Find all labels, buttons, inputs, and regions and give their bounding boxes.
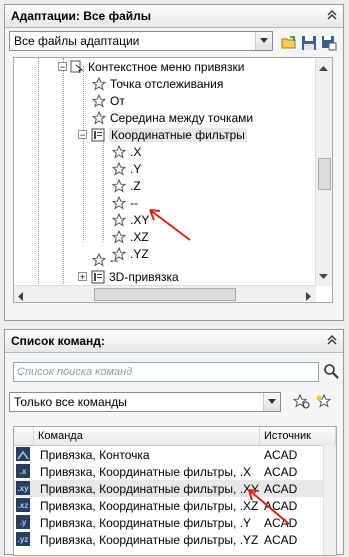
table-row[interactable]: .yz Привязка, Координатные фильтры, .YZ … — [14, 531, 324, 548]
command-search-input[interactable]: Список поиска команд — [13, 362, 319, 382]
customization-tree[interactable]: − Контекстное меню привязки Точка отслеж… — [13, 57, 333, 303]
customizations-panel-title: Адаптации: Все файлы — [11, 9, 151, 23]
star-icon — [111, 229, 127, 244]
command-name: Привязка, Координатные фильтры, .Y — [40, 515, 252, 530]
star-icon — [111, 161, 127, 176]
scroll-right-icon[interactable] — [306, 290, 312, 302]
command-column-header[interactable]: Команда — [34, 427, 260, 445]
table-vertical-scrollbar[interactable] — [323, 445, 336, 555]
command-icon: .xy — [16, 481, 30, 495]
find-command-icon[interactable] — [292, 393, 311, 413]
tree-node-command[interactable]: Середина между точками — [91, 109, 254, 126]
tree-node-command[interactable]: .Z — [111, 177, 141, 194]
star-icon — [91, 252, 107, 267]
customization-file-select[interactable]: Все файлы адаптации — [9, 31, 273, 51]
star-icon — [111, 212, 127, 227]
source-column-label: Источник — [264, 430, 311, 442]
command-table-header: Команда Источник — [14, 427, 336, 446]
save-as-icon[interactable] — [321, 35, 337, 51]
command-filter-value: Только все команды — [14, 395, 127, 409]
tree-node-separator[interactable]: -- — [91, 251, 118, 268]
tree-node-label: .X — [130, 144, 142, 159]
tree-node-label: От — [110, 93, 125, 108]
scroll-left-icon[interactable] — [18, 290, 24, 302]
tree-horizontal-scrollbar[interactable] — [14, 285, 316, 302]
submenu-icon — [91, 270, 105, 284]
scroll-down-icon[interactable] — [319, 269, 328, 283]
command-name: Привязка, Координатные фильтры, .XY — [40, 481, 260, 496]
tree-node-label: .Z — [130, 178, 141, 193]
tree-node-label: Координатные фильтры — [109, 127, 247, 142]
command-source: ACAD — [264, 447, 298, 462]
tree-node-label: -- — [110, 252, 118, 267]
scroll-thumb[interactable] — [318, 158, 331, 190]
customizations-panel-header: Адаптации: Все файлы — [5, 5, 343, 28]
command-source: ACAD — [264, 532, 298, 547]
search-icon[interactable] — [323, 363, 339, 382]
star-icon — [111, 195, 127, 210]
star-icon — [111, 144, 127, 159]
command-name: Привязка, Конточка — [40, 447, 150, 462]
tree-vertical-scrollbar[interactable] — [315, 58, 332, 286]
customization-file-select-value: Все файлы адаптации — [14, 34, 140, 48]
command-search-placeholder: Список поиска команд — [17, 366, 133, 378]
tree-node-menu[interactable]: − Контекстное меню привязки — [58, 58, 244, 75]
source-column-header[interactable]: Источник — [260, 427, 336, 445]
tree-node-label: Контекстное меню привязки — [88, 59, 245, 74]
command-name: Привязка, Координатные фильтры, .YZ — [40, 532, 259, 547]
chevron-down-icon[interactable] — [255, 32, 272, 50]
collapse-chevron-icon[interactable] — [325, 333, 339, 347]
star-icon — [91, 110, 107, 125]
command-name: Привязка, Координатные фильтры, .X — [40, 464, 252, 479]
table-row[interactable]: .x Привязка, Координатные фильтры, .X AC… — [14, 463, 324, 480]
tree-node-command[interactable]: .Y — [111, 160, 142, 177]
tree-node-command[interactable]: Точка отслеживания — [91, 75, 224, 92]
tree-node-label: Середина между точками — [110, 110, 254, 125]
command-name: Привязка, Координатные фильтры, .XZ — [40, 498, 259, 513]
expand-tree-icon[interactable]: + — [78, 272, 87, 282]
open-file-icon[interactable] — [281, 35, 297, 51]
collapse-tree-icon[interactable]: − — [58, 62, 67, 72]
command-filter-select[interactable]: Только все команды — [9, 392, 281, 412]
star-icon — [91, 76, 107, 91]
scroll-up-icon[interactable] — [319, 61, 328, 75]
customizations-panel: Адаптации: Все файлы Все файлы адаптации… — [4, 4, 344, 321]
annotation-arrow-icon — [248, 489, 290, 525]
tree-node-label: .YZ — [130, 246, 149, 261]
tree-node-command[interactable]: От — [91, 92, 125, 109]
command-icon: .y — [16, 515, 30, 529]
command-column-label: Команда — [38, 430, 83, 442]
command-icon: .xz — [16, 498, 30, 512]
annotation-arrow-icon — [149, 209, 191, 241]
tree-node-submenu[interactable]: + 3D-привязка — [78, 268, 179, 285]
tree-node-label: .Y — [130, 161, 142, 176]
command-icon: .x — [16, 464, 30, 478]
command-list-title: Список команд: — [11, 334, 105, 348]
collapse-tree-icon[interactable]: − — [78, 130, 87, 140]
scroll-thumb[interactable] — [94, 288, 236, 301]
tree-node-command[interactable]: .X — [111, 143, 142, 160]
star-icon — [111, 178, 127, 193]
collapse-chevron-icon[interactable] — [325, 8, 339, 22]
command-icon — [16, 447, 30, 461]
tree-node-submenu[interactable]: − Координатные фильтры — [78, 126, 247, 143]
save-icon[interactable] — [301, 35, 317, 51]
table-row[interactable]: Привязка, Конточка ACAD — [14, 446, 324, 463]
chevron-down-icon[interactable] — [263, 393, 280, 411]
tree-node-label: 3D-привязка — [109, 269, 179, 284]
context-menu-icon — [70, 60, 84, 74]
new-command-icon[interactable] — [315, 393, 333, 413]
tree-node-label: Точка отслеживания — [110, 76, 224, 91]
submenu-icon — [91, 128, 105, 142]
icon-column-header[interactable] — [14, 427, 34, 445]
command-source: ACAD — [264, 464, 298, 479]
command-list-panel: Список команд: Список поиска команд Толь… — [4, 329, 344, 556]
command-icon: .yz — [16, 532, 30, 546]
command-list-panel-header: Список команд: — [5, 330, 343, 353]
star-icon — [91, 93, 107, 108]
